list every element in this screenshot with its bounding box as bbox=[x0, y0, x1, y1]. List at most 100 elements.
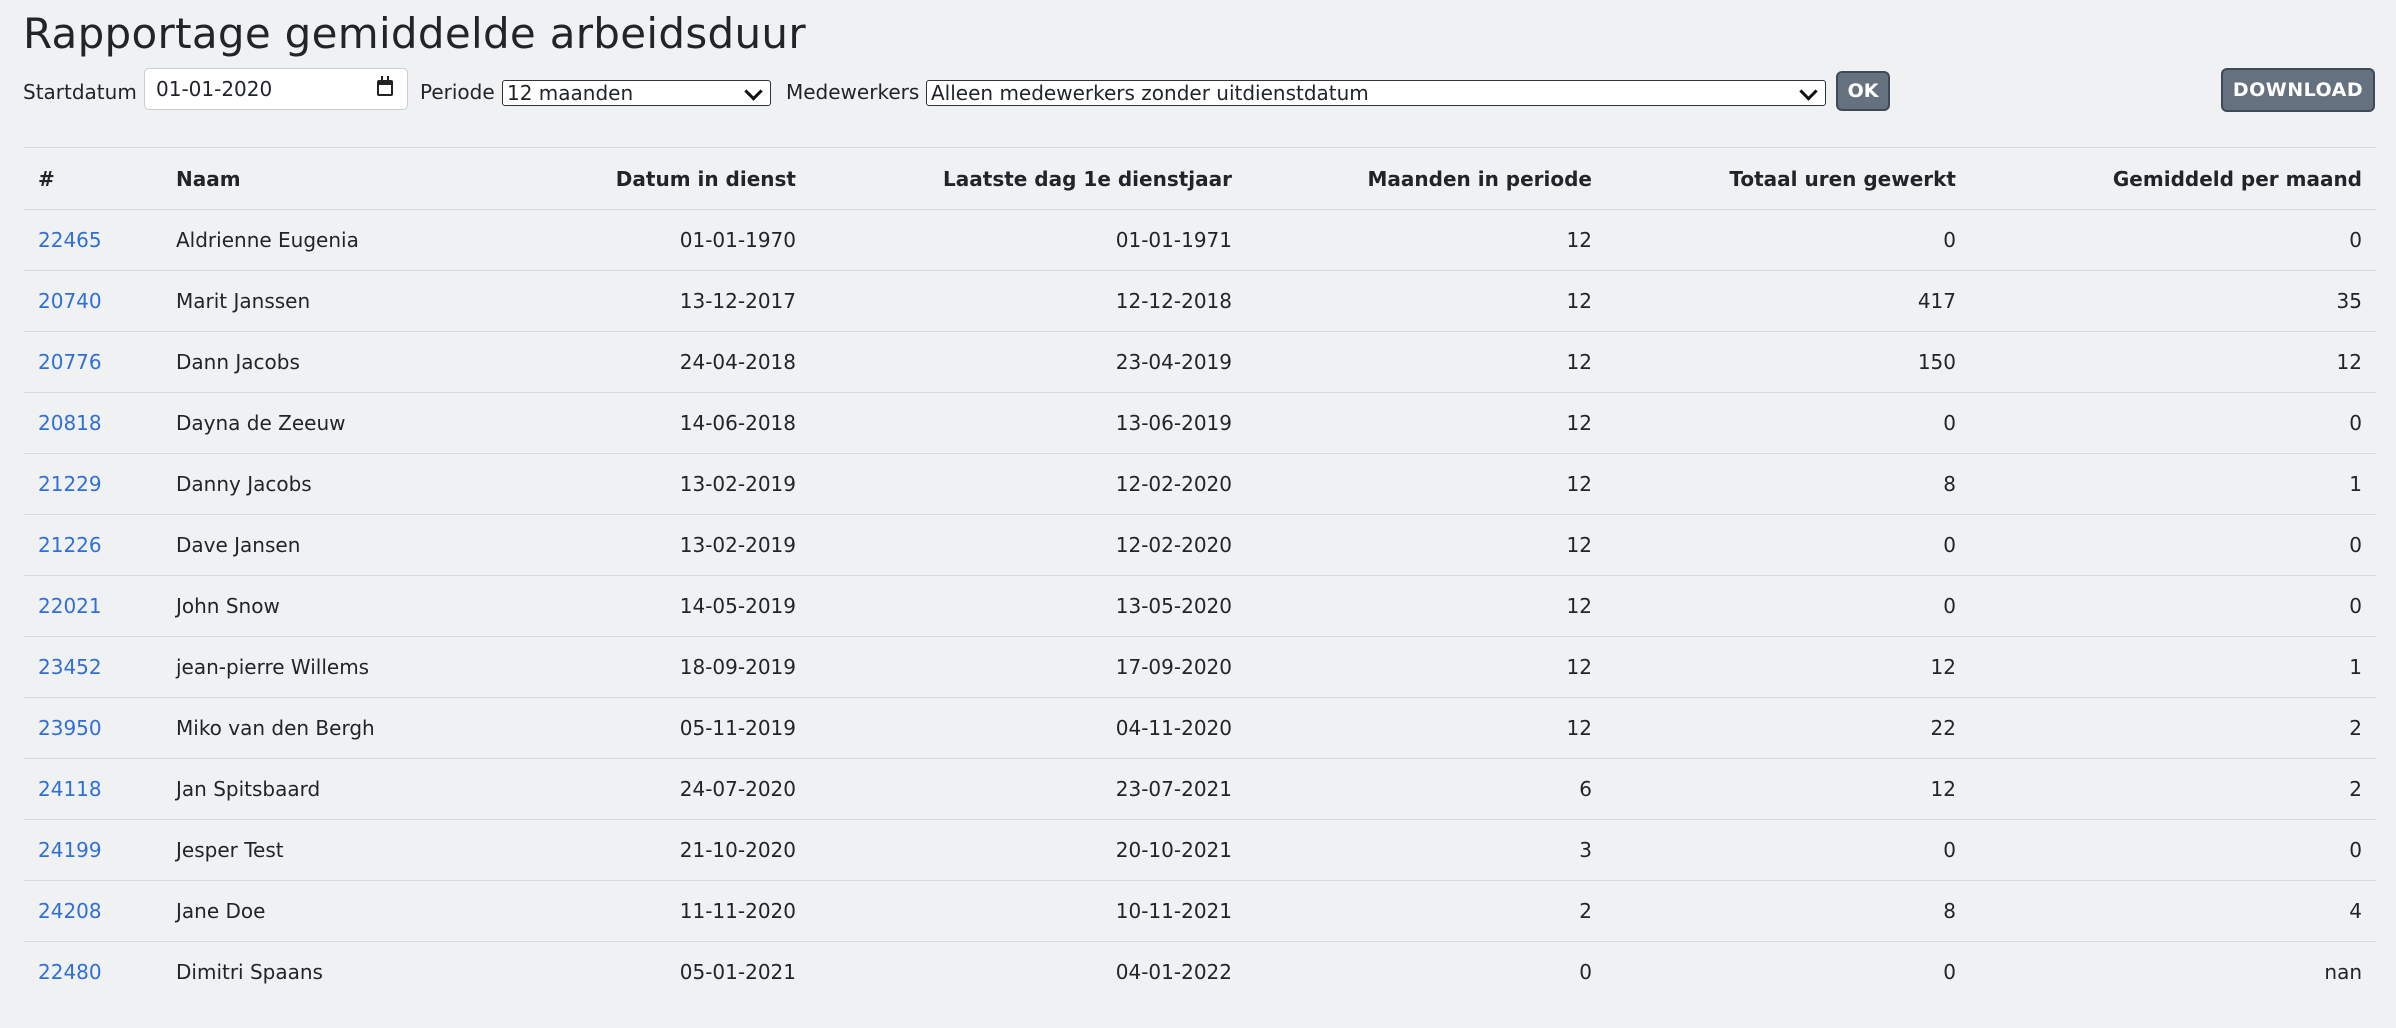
cell-employee-id: 20776 bbox=[24, 331, 162, 393]
table-row: 23950 Miko van den Bergh 05-11-2019 04-11-2… bbox=[24, 697, 2376, 759]
periode-select[interactable]: 12 maanden bbox=[502, 80, 771, 106]
cell-gemiddeld: 1 bbox=[1970, 453, 2376, 515]
cell-gemiddeld: 4 bbox=[1970, 880, 2376, 942]
periode-label: Periode bbox=[420, 80, 495, 104]
table-row: 22480 Dimitri Spaans 05-01-2021 04-01-2022 0… bbox=[24, 941, 2376, 1003]
cell-laatste-dag: 10-11-2021 bbox=[810, 880, 1246, 942]
table-row: 21229 Danny Jacobs 13-02-2019 12-02-2020 12 8… bbox=[24, 453, 2376, 515]
cell-maanden: 12 bbox=[1246, 453, 1606, 515]
cell-naam: Marit Janssen bbox=[162, 270, 462, 332]
cell-naam: Dave Jansen bbox=[162, 514, 462, 576]
table-row: 23452 jean-pierre Willems 18-09-2019 17-09-… bbox=[24, 636, 2376, 698]
cell-datum-in-dienst: 14-05-2019 bbox=[462, 575, 810, 637]
table-row: 24118 Jan Spitsbaard 24-07-2020 23-07-2021 6… bbox=[24, 758, 2376, 820]
cell-maanden: 12 bbox=[1246, 697, 1606, 759]
table-row: 22021 John Snow 14-05-2019 13-05-2020 12 0 0 bbox=[24, 575, 2376, 637]
column-header-datum-in-dienst: Datum in dienst bbox=[462, 147, 810, 210]
cell-totaal-uren: 0 bbox=[1606, 209, 1970, 271]
cell-employee-id: 20740 bbox=[24, 270, 162, 332]
employee-id-link[interactable]: 21226 bbox=[38, 533, 102, 557]
cell-naam: Dann Jacobs bbox=[162, 331, 462, 393]
calendar-icon[interactable] bbox=[377, 76, 393, 96]
cell-totaal-uren: 8 bbox=[1606, 453, 1970, 515]
employee-id-link[interactable]: 24118 bbox=[38, 777, 102, 801]
cell-laatste-dag: 23-04-2019 bbox=[810, 331, 1246, 393]
cell-employee-id: 21226 bbox=[24, 514, 162, 576]
cell-maanden: 3 bbox=[1246, 819, 1606, 881]
start-date-label: Startdatum bbox=[23, 80, 137, 104]
cell-gemiddeld: 35 bbox=[1970, 270, 2376, 332]
cell-totaal-uren: 22 bbox=[1606, 697, 1970, 759]
cell-gemiddeld: 1 bbox=[1970, 636, 2376, 698]
cell-gemiddeld: 2 bbox=[1970, 697, 2376, 759]
cell-datum-in-dienst: 14-06-2018 bbox=[462, 392, 810, 454]
employee-id-link[interactable]: 20818 bbox=[38, 411, 102, 435]
periode-selected-value: 12 maanden bbox=[507, 81, 634, 105]
cell-employee-id: 24199 bbox=[24, 819, 162, 881]
chevron-down-icon bbox=[1799, 82, 1818, 101]
cell-datum-in-dienst: 18-09-2019 bbox=[462, 636, 810, 698]
cell-gemiddeld: 0 bbox=[1970, 575, 2376, 637]
cell-totaal-uren: 0 bbox=[1606, 514, 1970, 576]
column-header-totaal-uren: Totaal uren gewerkt bbox=[1606, 147, 1970, 210]
cell-gemiddeld: nan bbox=[1970, 941, 2376, 1003]
employee-id-link[interactable]: 20776 bbox=[38, 350, 102, 374]
cell-maanden: 12 bbox=[1246, 575, 1606, 637]
table-row: 22465 Aldrienne Eugenia 01-01-1970 01-01-19… bbox=[24, 209, 2376, 271]
cell-laatste-dag: 01-01-1971 bbox=[810, 209, 1246, 271]
cell-employee-id: 23950 bbox=[24, 697, 162, 759]
cell-gemiddeld: 12 bbox=[1970, 331, 2376, 393]
employee-id-link[interactable]: 22021 bbox=[38, 594, 102, 618]
medewerkers-select[interactable]: Alleen medewerkers zonder uitdienstdatum bbox=[926, 80, 1826, 106]
cell-gemiddeld: 2 bbox=[1970, 758, 2376, 820]
table-header-row: # Naam Datum in dienst Laatste dag 1e di… bbox=[24, 147, 2376, 210]
employee-id-link[interactable]: 20740 bbox=[38, 289, 102, 313]
cell-employee-id: 24118 bbox=[24, 758, 162, 820]
cell-employee-id: 22465 bbox=[24, 209, 162, 271]
cell-laatste-dag: 20-10-2021 bbox=[810, 819, 1246, 881]
cell-maanden: 2 bbox=[1246, 880, 1606, 942]
table-row: 20818 Dayna de Zeeuw 14-06-2018 13-06-2019 1… bbox=[24, 392, 2376, 454]
medewerkers-label: Medewerkers bbox=[786, 80, 920, 104]
cell-laatste-dag: 12-02-2020 bbox=[810, 453, 1246, 515]
cell-laatste-dag: 12-12-2018 bbox=[810, 270, 1246, 332]
cell-employee-id: 21229 bbox=[24, 453, 162, 515]
cell-employee-id: 22480 bbox=[24, 941, 162, 1003]
table-row: 20776 Dann Jacobs 24-04-2018 23-04-2019 12 15… bbox=[24, 331, 2376, 393]
cell-maanden: 12 bbox=[1246, 514, 1606, 576]
chevron-down-icon bbox=[744, 82, 763, 101]
cell-naam: Miko van den Bergh bbox=[162, 697, 462, 759]
employee-id-link[interactable]: 24208 bbox=[38, 899, 102, 923]
ok-button[interactable]: OK bbox=[1836, 71, 1890, 111]
cell-naam: Danny Jacobs bbox=[162, 453, 462, 515]
employee-id-link[interactable]: 23950 bbox=[38, 716, 102, 740]
column-header-naam: Naam bbox=[162, 147, 462, 210]
employee-id-link[interactable]: 22465 bbox=[38, 228, 102, 252]
cell-laatste-dag: 23-07-2021 bbox=[810, 758, 1246, 820]
cell-datum-in-dienst: 11-11-2020 bbox=[462, 880, 810, 942]
cell-datum-in-dienst: 05-01-2021 bbox=[462, 941, 810, 1003]
employee-id-link[interactable]: 22480 bbox=[38, 960, 102, 984]
start-date-input[interactable]: 01-01-2020 bbox=[144, 68, 408, 110]
cell-maanden: 12 bbox=[1246, 392, 1606, 454]
employee-id-link[interactable]: 23452 bbox=[38, 655, 102, 679]
column-header-gemiddeld: Gemiddeld per maand bbox=[1970, 147, 2376, 210]
download-button[interactable]: DOWNLOAD bbox=[2221, 68, 2375, 112]
cell-gemiddeld: 0 bbox=[1970, 209, 2376, 271]
cell-totaal-uren: 8 bbox=[1606, 880, 1970, 942]
cell-totaal-uren: 12 bbox=[1606, 758, 1970, 820]
cell-maanden: 12 bbox=[1246, 636, 1606, 698]
cell-laatste-dag: 13-05-2020 bbox=[810, 575, 1246, 637]
cell-totaal-uren: 0 bbox=[1606, 819, 1970, 881]
cell-maanden: 12 bbox=[1246, 331, 1606, 393]
cell-datum-in-dienst: 21-10-2020 bbox=[462, 819, 810, 881]
table-row: 24208 Jane Doe 11-11-2020 10-11-2021 2 8 4 bbox=[24, 880, 2376, 942]
employee-id-link[interactable]: 21229 bbox=[38, 472, 102, 496]
cell-naam: Dayna de Zeeuw bbox=[162, 392, 462, 454]
cell-maanden: 12 bbox=[1246, 270, 1606, 332]
cell-totaal-uren: 0 bbox=[1606, 392, 1970, 454]
cell-datum-in-dienst: 05-11-2019 bbox=[462, 697, 810, 759]
cell-totaal-uren: 0 bbox=[1606, 575, 1970, 637]
page-title: Rapportage gemiddelde arbeidsduur bbox=[23, 9, 806, 58]
employee-id-link[interactable]: 24199 bbox=[38, 838, 102, 862]
